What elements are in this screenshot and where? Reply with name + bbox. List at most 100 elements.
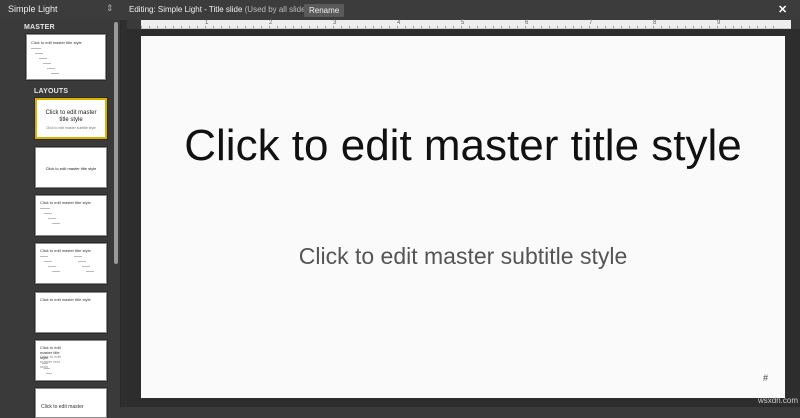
ruler-tick <box>773 26 774 28</box>
layout-thumb-line <box>40 256 48 257</box>
ruler-tick <box>477 26 478 28</box>
theme-name[interactable]: Simple Light <box>8 4 58 14</box>
ruler-tick <box>173 26 174 28</box>
ruler-tick <box>637 26 638 28</box>
ruler-tick <box>349 26 350 28</box>
ruler-tick <box>685 26 686 28</box>
ruler-tick <box>357 26 358 28</box>
ruler-tick <box>389 26 390 28</box>
editing-label: Editing: Simple Light - Title slide (Use… <box>129 5 312 14</box>
ruler-tick <box>525 26 526 28</box>
layout-thumb-line <box>42 363 48 364</box>
rename-button[interactable]: Rename <box>304 4 345 17</box>
ruler-tick <box>565 26 566 28</box>
ruler-tick <box>237 26 238 28</box>
ruler-tick <box>573 26 574 28</box>
ruler-tick <box>741 26 742 28</box>
ruler-tick <box>501 26 502 28</box>
layout-thumbnail-title-and-two-columns[interactable]: Click to edit master title style <box>35 243 107 284</box>
layout-thumbnail-title-only[interactable]: Click to edit master title style <box>35 292 107 333</box>
ruler-tick <box>429 26 430 28</box>
ruler-tick <box>533 26 534 28</box>
ruler-tick <box>693 26 694 28</box>
ruler-tick <box>197 26 198 28</box>
layout-thumb-line <box>46 373 52 374</box>
ruler-tick <box>629 26 630 28</box>
layout-thumbnail-title-slide[interactable]: Click to edit master title style Click t… <box>35 98 107 139</box>
ruler-tick <box>517 26 518 28</box>
ruler-tick <box>613 26 614 28</box>
layout-thumbnail-main-point[interactable]: Click to edit master <box>35 388 107 418</box>
ruler-tick <box>653 26 654 28</box>
ruler-tick <box>733 26 734 28</box>
ruler-tick <box>325 26 326 28</box>
layout-thumbnail-one-column-text[interactable]: Click to edit master title style Click t… <box>35 340 107 381</box>
ruler-tick <box>669 26 670 28</box>
ruler-tick <box>181 26 182 28</box>
ruler-tick <box>309 26 310 28</box>
ruler-tick <box>757 26 758 28</box>
slide-canvas[interactable]: Click to edit master title style Click t… <box>141 36 785 398</box>
master-thumb-title: Click to edit master title style <box>31 40 82 45</box>
ruler-tick <box>725 26 726 28</box>
ruler-tick <box>269 26 270 28</box>
ruler-tick <box>453 26 454 28</box>
master-thumb-line <box>51 73 59 74</box>
close-icon[interactable]: ✕ <box>778 3 787 16</box>
slide-number-placeholder[interactable]: # <box>763 373 768 383</box>
slide-subtitle-placeholder[interactable]: Click to edit master subtitle style <box>181 243 745 270</box>
ruler-tick <box>221 26 222 28</box>
master-thumb-line <box>31 48 41 49</box>
ruler-tick <box>341 26 342 28</box>
ruler-tick <box>253 26 254 28</box>
ruler-tick <box>717 26 718 28</box>
layout-thumb-title: Click to edit master title style <box>40 297 91 302</box>
layout-thumbnail-section-header[interactable]: Click to edit master title style <box>35 147 107 188</box>
layout-thumb-line <box>44 261 52 262</box>
ruler-tick <box>709 26 710 28</box>
master-thumbnail[interactable]: Click to edit master title style <box>26 34 106 80</box>
ruler-tick <box>373 26 374 28</box>
ruler-tick <box>605 26 606 28</box>
horizontal-ruler: 1 2 3 4 5 6 7 8 9 <box>141 20 791 29</box>
ruler-tick <box>645 26 646 28</box>
layout-thumb-title: Click to edit master title style <box>45 166 97 171</box>
ruler-tick <box>621 26 622 28</box>
ruler-tick <box>749 26 750 28</box>
layout-thumb-line <box>40 208 50 209</box>
panel-scrollbar-thumb[interactable] <box>114 22 118 264</box>
ruler-tick <box>765 26 766 28</box>
ruler-tick <box>141 26 142 28</box>
ruler-tick <box>277 26 278 28</box>
ruler-tick <box>333 26 334 28</box>
ruler-tick <box>661 26 662 28</box>
ruler-tick <box>205 26 206 28</box>
ruler-tick <box>317 26 318 28</box>
top-bar: Simple Light ⇕ Editing: Simple Light - T… <box>0 0 800 20</box>
ruler-tick <box>165 26 166 28</box>
ruler-tick <box>677 26 678 28</box>
ruler-tick <box>597 26 598 28</box>
layout-thumb-line <box>86 271 94 272</box>
layout-thumb-title: Click to edit master <box>41 404 84 410</box>
ruler-tick <box>245 26 246 28</box>
ruler-tick <box>365 26 366 28</box>
ruler-tick <box>301 26 302 28</box>
theme-menu-icon[interactable]: ⇕ <box>106 3 114 14</box>
ruler-tick <box>557 26 558 28</box>
ruler-tick <box>581 26 582 28</box>
layout-thumb-line <box>52 223 60 224</box>
ruler-tick <box>157 26 158 28</box>
master-thumb-line <box>43 63 51 64</box>
ruler-tick <box>541 26 542 28</box>
layout-thumb-line <box>82 266 90 267</box>
ruler-tick <box>261 26 262 28</box>
layout-thumb-line <box>48 266 56 267</box>
layout-thumb-line <box>44 368 50 369</box>
ruler-tick <box>405 26 406 28</box>
ruler-tick <box>701 26 702 28</box>
layout-thumbnail-title-and-body[interactable]: Click to edit master title style <box>35 195 107 236</box>
ruler-tick <box>469 26 470 28</box>
slide-title-placeholder[interactable]: Click to edit master title style <box>181 120 745 172</box>
master-thumb-line <box>47 68 55 69</box>
